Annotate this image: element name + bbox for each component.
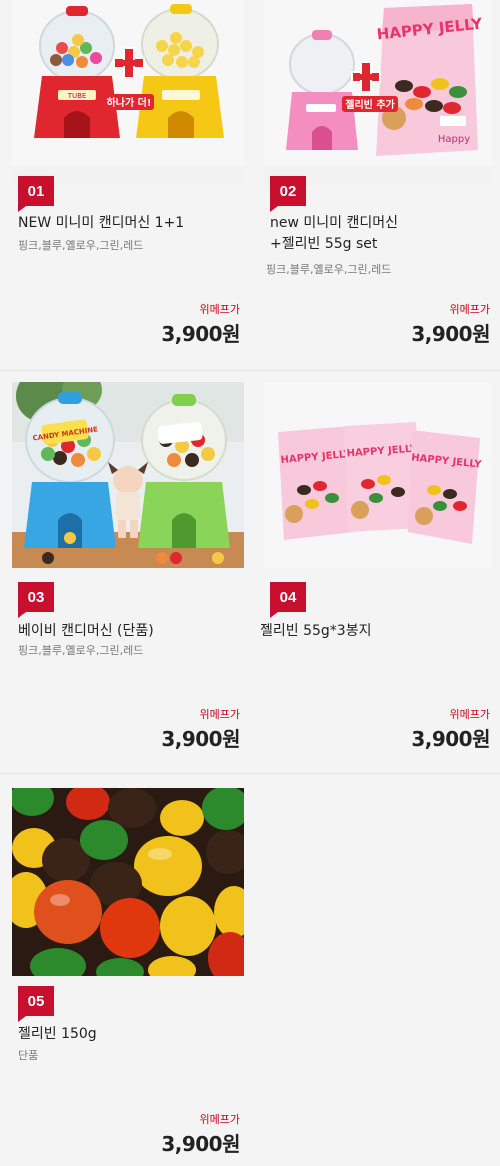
product-name[interactable]: 베이비 캔디머신 (단품) bbox=[18, 621, 244, 642]
machine-label-text: TUBE bbox=[67, 92, 87, 100]
product-image-candy-machine-1plus1[interactable]: TUBE 하나가 더! bbox=[12, 0, 244, 186]
product-card-04[interactable]: HAPPY JELLY HAPPY JELLY HAPPY JELLY 04 젤… bbox=[254, 371, 500, 773]
price-store-label: 위메프가 bbox=[199, 303, 240, 316]
product-name-line1: 베이비 캔디머신 (단품) bbox=[18, 623, 154, 639]
product-name-line1: 젤리빈 150g bbox=[18, 1026, 97, 1042]
empty-grid-cell bbox=[254, 774, 500, 1166]
product-price: 3,900원 bbox=[161, 1132, 240, 1156]
image-caption-text: 하나가 더! bbox=[107, 96, 152, 109]
rank-badge: 01 bbox=[18, 176, 54, 212]
product-price: 3,900원 bbox=[411, 727, 490, 751]
product-image-jellybean-150g[interactable] bbox=[12, 788, 244, 976]
price-store-label: 위메프가 bbox=[449, 708, 490, 721]
product-options: 핑크,블루,옐로우,그린,레드 bbox=[266, 263, 392, 276]
product-name-line1: 젤리빈 55g*3봉지 bbox=[260, 623, 372, 639]
product-name-line2: +젤리빈 55g set bbox=[270, 236, 378, 252]
rank-badge: 03 bbox=[18, 582, 54, 618]
product-image-candy-machine-jellybean-set[interactable]: HAPPY JELLY Happy 젤리빈 추가 bbox=[264, 0, 492, 186]
product-grid: TUBE 하나가 더! 01 NEW 미니미 캔디머신 1+1 핑크,블루,옐로… bbox=[0, 0, 500, 1166]
rank-badge: 04 bbox=[270, 582, 306, 618]
product-name[interactable]: 젤리빈 55g*3봉지 bbox=[260, 621, 486, 642]
product-name[interactable]: new 미니미 캔디머신 +젤리빈 55g set bbox=[270, 213, 496, 255]
rank-badge: 02 bbox=[270, 176, 306, 212]
product-options: 단품 bbox=[18, 1049, 39, 1062]
product-price: 3,900원 bbox=[161, 322, 240, 346]
price-store-label: 위메프가 bbox=[199, 1113, 240, 1126]
product-price: 3,900원 bbox=[411, 322, 490, 346]
rank-badge: 05 bbox=[18, 986, 54, 1022]
price-store-label: 위메프가 bbox=[199, 708, 240, 721]
product-name-line1: NEW 미니미 캔디머신 1+1 bbox=[18, 215, 185, 231]
product-card-03[interactable]: CANDY MACHINE 03 베이비 캔디머신 (단품) 핑크,블루,옐로우… bbox=[0, 371, 254, 773]
product-price: 3,900원 bbox=[161, 727, 240, 751]
product-image-baby-candy-machine[interactable]: CANDY MACHINE bbox=[12, 382, 244, 568]
product-card-05[interactable]: 05 젤리빈 150g 단품 위메프가 3,900원 bbox=[0, 774, 254, 1166]
product-image-jellybean-3pack[interactable]: HAPPY JELLY HAPPY JELLY HAPPY JELLY bbox=[264, 382, 492, 568]
product-name[interactable]: 젤리빈 150g bbox=[18, 1024, 244, 1045]
image-caption-text: 젤리빈 추가 bbox=[345, 98, 395, 111]
product-options: 핑크,블루,옐로우,그린,레드 bbox=[18, 644, 144, 657]
product-card-01[interactable]: TUBE 하나가 더! 01 NEW 미니미 캔디머신 1+1 핑크,블루,옐로… bbox=[0, 0, 254, 370]
product-name-line1: new 미니미 캔디머신 bbox=[270, 215, 398, 231]
product-options: 핑크,블루,옐로우,그린,레드 bbox=[18, 239, 144, 252]
price-store-label: 위메프가 bbox=[449, 303, 490, 316]
product-name[interactable]: NEW 미니미 캔디머신 1+1 bbox=[18, 213, 244, 234]
bag-footer-text: Happy bbox=[438, 134, 470, 145]
product-card-02[interactable]: HAPPY JELLY Happy 젤리빈 추가 02 new 미니미 캔디머신… bbox=[254, 0, 500, 370]
